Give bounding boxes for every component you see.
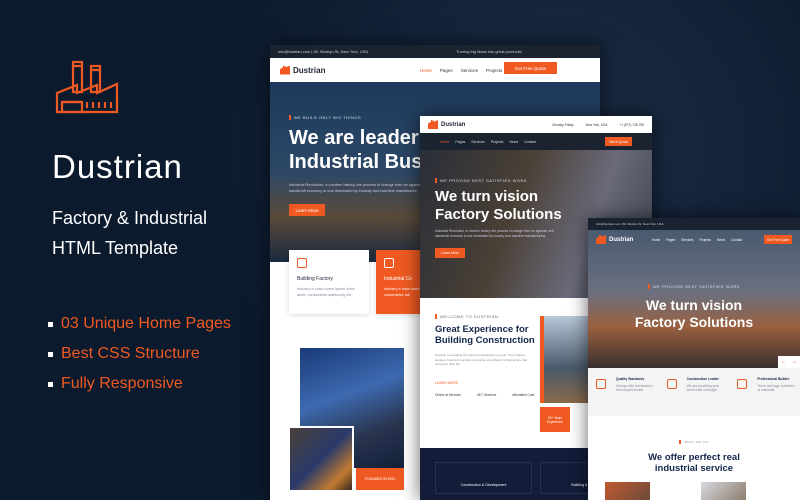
feature-item: Quality Standards Having solid constructi…	[588, 368, 659, 416]
logo[interactable]: Dustrian	[428, 120, 465, 129]
stat-item: 24/7 Services	[476, 393, 497, 398]
topbar: info@fustrian.com | 60, Broklyn St, New …	[588, 218, 800, 230]
feature-item: 03 Unique Home Pages	[48, 315, 231, 333]
welder-image	[288, 426, 354, 492]
bullet-icon	[48, 351, 53, 357]
service-image	[605, 482, 650, 500]
features-strip: Quality Standards Having solid constructi…	[588, 368, 800, 416]
experience-badge: 25+ Years Experience	[540, 407, 570, 432]
feature-item: Best CSS Structure	[48, 345, 200, 363]
slider-arrows[interactable]: ← →	[778, 356, 800, 368]
header: Dustrian Monday-Friday New York, USA +1 (5…	[420, 116, 652, 133]
service-image	[701, 482, 746, 500]
nav-pages[interactable]: Pages	[440, 68, 453, 73]
feature-item: Fully Responsive	[48, 375, 183, 393]
services-heading: WHAT WE DO We offer perfect real industr…	[648, 440, 740, 475]
nav-services[interactable]: Services	[461, 68, 478, 73]
navbar: Dustrian HomePagesServicesProjectsNewsCo…	[588, 230, 800, 249]
brand-name: Dustrian	[52, 148, 183, 185]
service-card: Building Factory Industry is main lorem …	[289, 250, 369, 314]
get-quote-button[interactable]: Get Free Quote	[764, 235, 792, 244]
stat-item: Affordable Cost	[512, 393, 535, 398]
factory-icon	[55, 60, 119, 114]
learn-more-button[interactable]: Learn More	[289, 204, 325, 217]
bullet-icon	[48, 381, 53, 387]
arrow-left-icon: ←	[780, 359, 787, 365]
hero: Dustrian Home Pages Services Projects News Co…	[588, 230, 800, 368]
arrow-right-icon: →	[791, 359, 798, 365]
construction-image	[540, 316, 588, 403]
factory-icon	[297, 258, 307, 268]
nav-projects[interactable]: Projects	[486, 68, 502, 73]
get-quote-button[interactable]: Get A Quote	[605, 137, 632, 146]
feature-item: Construction Leader We are providing year…	[659, 368, 730, 416]
navbar: Dustrian HomePagesServicesProjectsNewsCo…	[270, 58, 600, 82]
navbar: Home Pages Services Projects News Contact Get…	[420, 133, 652, 150]
gear-icon	[384, 258, 394, 268]
nav-home[interactable]: Home	[420, 68, 432, 73]
subtitle-line1: Factory & Industrial	[52, 208, 208, 228]
subtitle-line2: HTML Template	[52, 238, 179, 258]
get-quote-button[interactable]: Get Free Quote	[504, 62, 557, 74]
bullet-icon	[48, 321, 53, 327]
founded-badge: FOUNDED IN 1991	[356, 468, 404, 490]
learn-more-button[interactable]: Learn More	[435, 248, 465, 259]
feature-item: Professional Builder There are huge colle…	[729, 368, 800, 416]
home3-preview: info@fustrian.com | 60, Broklyn St, New …	[588, 218, 800, 500]
topbar: info@fustrian.com | 60, Broklyn St, New …	[270, 45, 600, 58]
stat-item: Online at Services	[435, 393, 461, 398]
logo[interactable]: Dustrian	[280, 65, 325, 75]
